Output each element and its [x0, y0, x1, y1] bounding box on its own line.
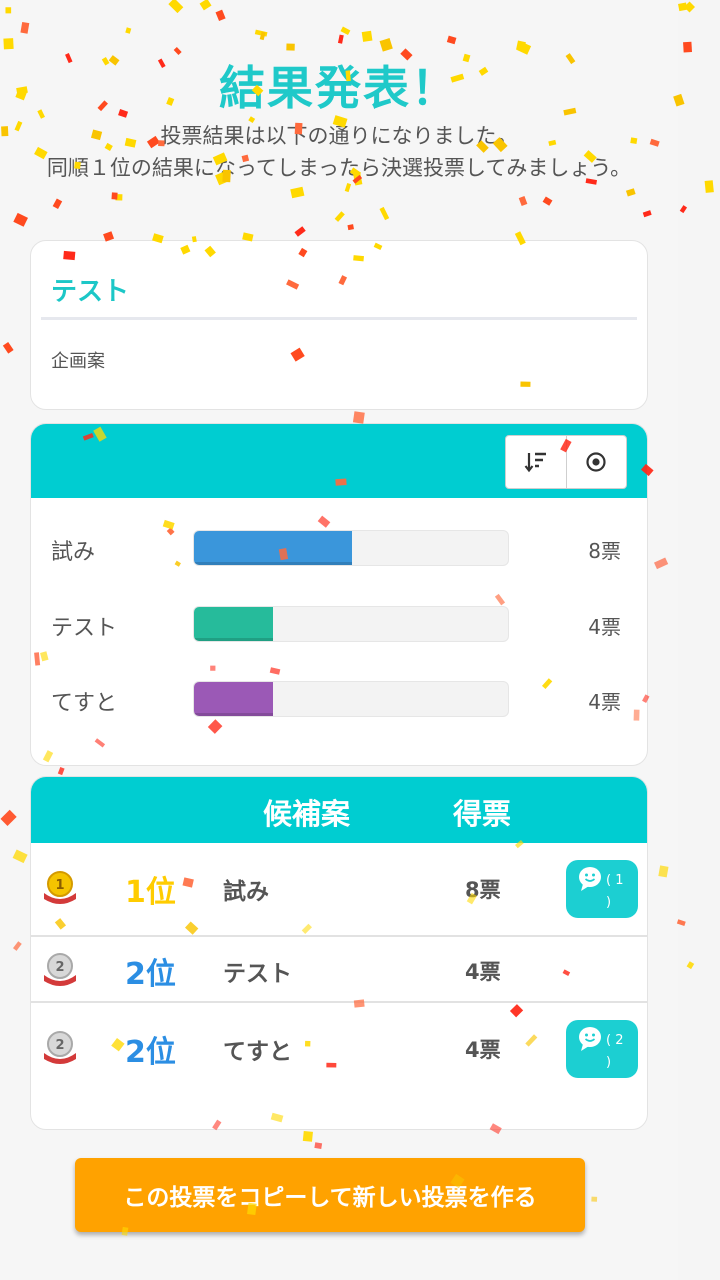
bar: [194, 682, 273, 716]
bar-row: テスト 4票: [31, 604, 647, 644]
confetti-piece: [683, 41, 693, 53]
poll-title: テスト: [51, 277, 130, 307]
poll-subtitle: 企画案: [51, 351, 105, 372]
poll-info-card: テスト 企画案: [30, 240, 648, 410]
table-row: 1 1位 試み 8票 ( 1 ): [31, 843, 647, 937]
result-chart-card: 試み 8票 テスト 4票 てすと 4票: [30, 423, 648, 766]
comment-button[interactable]: ( 2 ): [566, 1020, 638, 1078]
comment-button[interactable]: ( 1 ): [566, 860, 638, 918]
description-line-2: 同順１位の結果になってしまったら決選投票してみましょう。: [46, 156, 632, 180]
candidate-name: 試み: [223, 879, 269, 905]
candidate-column-header: 候補案: [263, 797, 351, 831]
confetti-piece: [684, 1, 696, 13]
bar-label: テスト: [51, 616, 118, 641]
bar-value-label: 4票: [588, 690, 621, 714]
ranking-header: 候補案 得票: [31, 777, 647, 843]
confetti-piece: [686, 961, 695, 970]
bar-value-label: 4票: [588, 615, 621, 639]
rank-label: 2位: [125, 1035, 176, 1070]
confetti-piece: [679, 205, 688, 214]
comment-count: ( 2 ): [606, 1033, 624, 1070]
bar-row: てすと 4票: [31, 679, 647, 719]
bar-row: 試み 8票: [31, 528, 647, 568]
result-content: 結果発表！ 投票結果は以下の通りになりました。 同順１位の結果になってしまったら…: [0, 0, 678, 1280]
speech-bubble-icon: [579, 867, 601, 891]
copy-poll-button[interactable]: この投票をコピーして新しい投票を作る: [75, 1158, 585, 1232]
bar-track: [193, 530, 509, 566]
confetti-piece: [678, 2, 688, 12]
vote-count: 4票: [465, 1038, 501, 1062]
votes-column-header: 得票: [453, 797, 512, 831]
chart-header: [31, 424, 647, 498]
vote-count: 8票: [465, 878, 501, 902]
svg-text:2: 2: [55, 960, 64, 975]
bar-label: 試み: [51, 540, 96, 565]
bar-track: [193, 606, 509, 642]
chart-toolbar: [505, 435, 627, 489]
bar-value-label: 8票: [588, 539, 621, 563]
divider: [41, 317, 637, 320]
table-row: 2 2位 てすと 4票 ( 2 ): [31, 1003, 647, 1103]
svg-text:2: 2: [55, 1038, 64, 1053]
confetti-piece: [676, 919, 686, 927]
comment-count: ( 1 ): [606, 873, 624, 910]
rank-label: 2位: [125, 957, 176, 992]
vote-count: 4票: [465, 960, 501, 984]
bar: [194, 607, 273, 641]
description-line-1: 投票結果は以下の通りになりました。: [160, 124, 518, 148]
chart-view-button[interactable]: [565, 436, 627, 488]
gold-medal-icon: 1: [44, 871, 76, 904]
confetti-piece: [704, 180, 714, 193]
radio-target-icon: [586, 452, 606, 472]
rank-label: 1位: [125, 875, 176, 910]
bar-track: [193, 681, 509, 717]
candidate-name: てすと: [223, 1039, 292, 1065]
ranking-table: 候補案 得票 1 1位 試み 8票( 1 ) 2 2位 テスト 4票 2 2位 てすと 4票( 2 ): [30, 776, 648, 1130]
speech-bubble-icon: [579, 1027, 601, 1051]
bar: [194, 531, 352, 565]
sort-descending-icon: [524, 452, 546, 473]
table-row: 2 2位 テスト 4票: [31, 937, 647, 1003]
page-title: 結果発表！: [219, 61, 459, 115]
result-description: 投票結果は以下の通りになりました。 同順１位の結果になってしまったら決選投票して…: [30, 120, 648, 184]
svg-text:1: 1: [55, 878, 64, 893]
sort-button[interactable]: [506, 436, 566, 488]
silver-medal-icon: 2: [44, 953, 76, 986]
silver-medal-icon: 2: [44, 1031, 76, 1064]
bar-label: てすと: [51, 691, 118, 716]
candidate-name: テスト: [223, 961, 292, 987]
